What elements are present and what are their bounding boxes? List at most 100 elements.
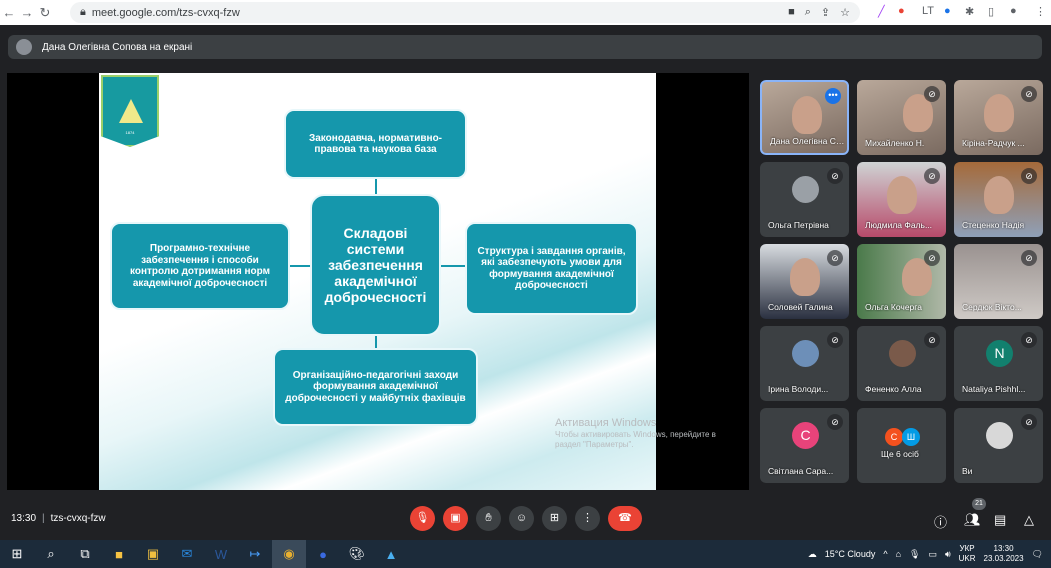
forward-icon[interactable]: → [18, 5, 36, 20]
watermark-line1: Чтобы активировать Windows, перейдите в [555, 430, 716, 440]
participant-tile[interactable]: ⊘ Ольга Кочерга [857, 244, 946, 319]
weather-icon[interactable]: ☁ [808, 549, 817, 560]
language-indicator[interactable]: УКР UKR [959, 544, 976, 563]
lt-extension-icon[interactable]: LT [922, 5, 934, 17]
mic-off-icon: ⊘ [827, 168, 843, 184]
meeting-controls-bar: 13:30 | tzs-cvxq-fzw 🎙︎ ▣ ✋︎ ☺ ⊞ ⋮ ☎︎ ⓘ 👥︎… [0, 498, 1051, 538]
participant-tile[interactable]: ⊘ Кіріна-Радчук ... [954, 80, 1043, 155]
url-text: meet.google.com/tzs-cvxq-fzw [91, 6, 240, 19]
more-participants-tile[interactable]: С Ш Ще 6 осіб [857, 408, 946, 483]
browser-menu-icon[interactable]: ⋮ [1035, 5, 1046, 18]
start-icon[interactable]: ⊞ [0, 546, 34, 562]
participant-name: Дана Олегівна Сопова [770, 136, 847, 146]
extension-pen-icon[interactable]: ╱ [878, 5, 885, 18]
zoom-icon[interactable]: ⌕ [805, 6, 811, 19]
weather-text[interactable]: 15°C Cloudy [825, 549, 876, 559]
participant-tile[interactable]: ⊘ Сердюк Вікто... [954, 244, 1043, 319]
app-icon[interactable]: ↦ [238, 546, 272, 562]
browser-toolbar: ← → ↻ 🔒︎ meet.google.com/tzs-cvxq-fzw ■ ⌕… [0, 0, 1051, 25]
box-software: Програмно-технічне забезпечення і способ… [110, 222, 290, 310]
participant-initial-avatar: С [792, 422, 819, 449]
reactions-button[interactable]: ☺ [509, 506, 534, 531]
microphone-icon[interactable]: 🎙︎ [909, 549, 920, 560]
store-icon[interactable]: ▣ [136, 546, 170, 562]
mic-off-icon: ⊘ [1021, 86, 1037, 102]
participant-name: Ольга Кочерга [865, 302, 922, 312]
mic-off-icon: ⊘ [924, 332, 940, 348]
present-button[interactable]: ⊞ [542, 506, 567, 531]
participant-tile[interactable]: ⊘ Ольга Петрівна [760, 162, 849, 237]
windows-activation-watermark: Активация Windows Чтобы активировать Win… [555, 417, 716, 449]
mic-off-icon: ⊘ [1021, 250, 1037, 266]
presenter-text: Дана Олегівна Сопова на екрані [42, 41, 193, 53]
notifications-icon[interactable]: 🗨︎ [1032, 549, 1043, 560]
activities-icon[interactable]: △ [1024, 512, 1034, 528]
university-logo: 1874 [101, 75, 159, 147]
connector-line [289, 265, 311, 267]
share-icon[interactable]: ⇪ [821, 6, 830, 19]
system-clock[interactable]: 13:30 23.03.2023 [984, 544, 1024, 563]
box-legal-base: Законодавча, нормативно-правова та науко… [284, 109, 467, 179]
participant-tile[interactable]: ⊘ Ірина Володи... [760, 326, 849, 401]
adblock-icon[interactable]: ● [898, 5, 905, 17]
participant-tile[interactable]: ⊘ Стеценко Надія [954, 162, 1043, 237]
mic-off-icon: ⊘ [1021, 168, 1037, 184]
meeting-details-icon[interactable]: ⓘ [934, 512, 947, 531]
mic-off-button[interactable]: 🎙︎ [410, 506, 435, 531]
reload-icon[interactable]: ↻ [36, 5, 54, 21]
participant-tile[interactable]: ⊘ Михайленко Н. [857, 80, 946, 155]
self-tile[interactable]: ⊘ Ви [954, 408, 1043, 483]
mic-off-icon: ⊘ [827, 332, 843, 348]
mic-off-icon: ⊘ [924, 86, 940, 102]
participant-avatar [889, 340, 916, 367]
participant-name: Світлана Сара... [768, 466, 834, 476]
chat-icon[interactable]: ▤ [994, 512, 1006, 528]
participant-tile[interactable]: ••• Дана Олегівна Сопова [760, 80, 849, 155]
address-bar[interactable]: 🔒︎ meet.google.com/tzs-cvxq-fzw ■ ⌕ ⇪ ☆ [70, 2, 860, 23]
search-icon[interactable]: ⌕ [34, 546, 68, 562]
chrome-icon[interactable]: ◉ [272, 540, 306, 568]
participant-tile[interactable]: N ⊘ Nataliya Pishhl... [954, 326, 1043, 401]
people-icon[interactable]: 👥︎ [964, 512, 981, 528]
task-view-icon[interactable]: ⧉ [68, 546, 102, 562]
extensions-puzzle-icon[interactable]: ✱ [965, 5, 974, 18]
raise-hand-button[interactable]: ✋︎ [476, 506, 501, 531]
photos-icon[interactable]: ▲ [374, 547, 408, 562]
tray-expand-icon[interactable]: ^ [883, 549, 887, 559]
participant-name: Михайленко Н. [865, 138, 925, 148]
more-options-button[interactable]: ⋮ [575, 506, 600, 531]
webex-icon[interactable]: ● [306, 547, 340, 562]
camera-icon[interactable]: ■ [788, 6, 795, 19]
participant-tile[interactable]: ⊘ Фененко Алла [857, 326, 946, 401]
participant-name: Соловей Галина [768, 302, 833, 312]
participant-tile[interactable]: С ⊘ Світлана Сара... [760, 408, 849, 483]
participant-name: Сердюк Вікто... [962, 302, 1022, 312]
battery-icon[interactable]: ▭ [928, 549, 937, 560]
network-icon[interactable]: ⌂ [896, 549, 901, 559]
mail-icon[interactable]: ✉ [170, 546, 204, 562]
leave-call-button[interactable]: ☎︎ [608, 506, 642, 531]
participant-tile[interactable]: ⊘ Людмила Фаль... [857, 162, 946, 237]
participant-name: Ірина Володи... [768, 384, 829, 394]
file-explorer-icon[interactable]: ■ [102, 547, 136, 562]
watermark-title: Активация Windows [555, 417, 657, 429]
paint-icon[interactable]: 🎨︎ [340, 546, 374, 562]
back-icon[interactable]: ← [0, 5, 18, 20]
presenter-banner: Дана Олегівна Сопова на екрані [8, 35, 1042, 59]
word-icon[interactable]: W [204, 547, 238, 562]
participant-grid: ••• Дана Олегівна Сопова ⊘ Михайленко Н. ⊘… [760, 80, 1043, 483]
volume-icon[interactable]: 🔊︎ [945, 549, 951, 560]
camera-off-button[interactable]: ▣ [443, 506, 468, 531]
more-options-icon[interactable]: ••• [825, 88, 841, 104]
mic-off-icon: ⊘ [924, 250, 940, 266]
side-panel-icon[interactable]: ▯ [988, 5, 994, 18]
profile-avatar[interactable]: ● [1010, 5, 1017, 17]
participant-tile[interactable]: ⊘ Соловей Галина [760, 244, 849, 319]
meeting-info: 13:30 | tzs-cvxq-fzw [11, 513, 106, 524]
watermark-line2: раздел "Параметры". [555, 439, 634, 449]
extension-dot-icon[interactable]: ● [944, 5, 951, 17]
lock-icon: 🔒︎ [80, 6, 86, 18]
more-participants-label: Ще 6 осіб [881, 449, 919, 459]
bookmark-star-icon[interactable]: ☆ [840, 6, 850, 19]
mic-off-icon: ⊘ [1021, 332, 1037, 348]
